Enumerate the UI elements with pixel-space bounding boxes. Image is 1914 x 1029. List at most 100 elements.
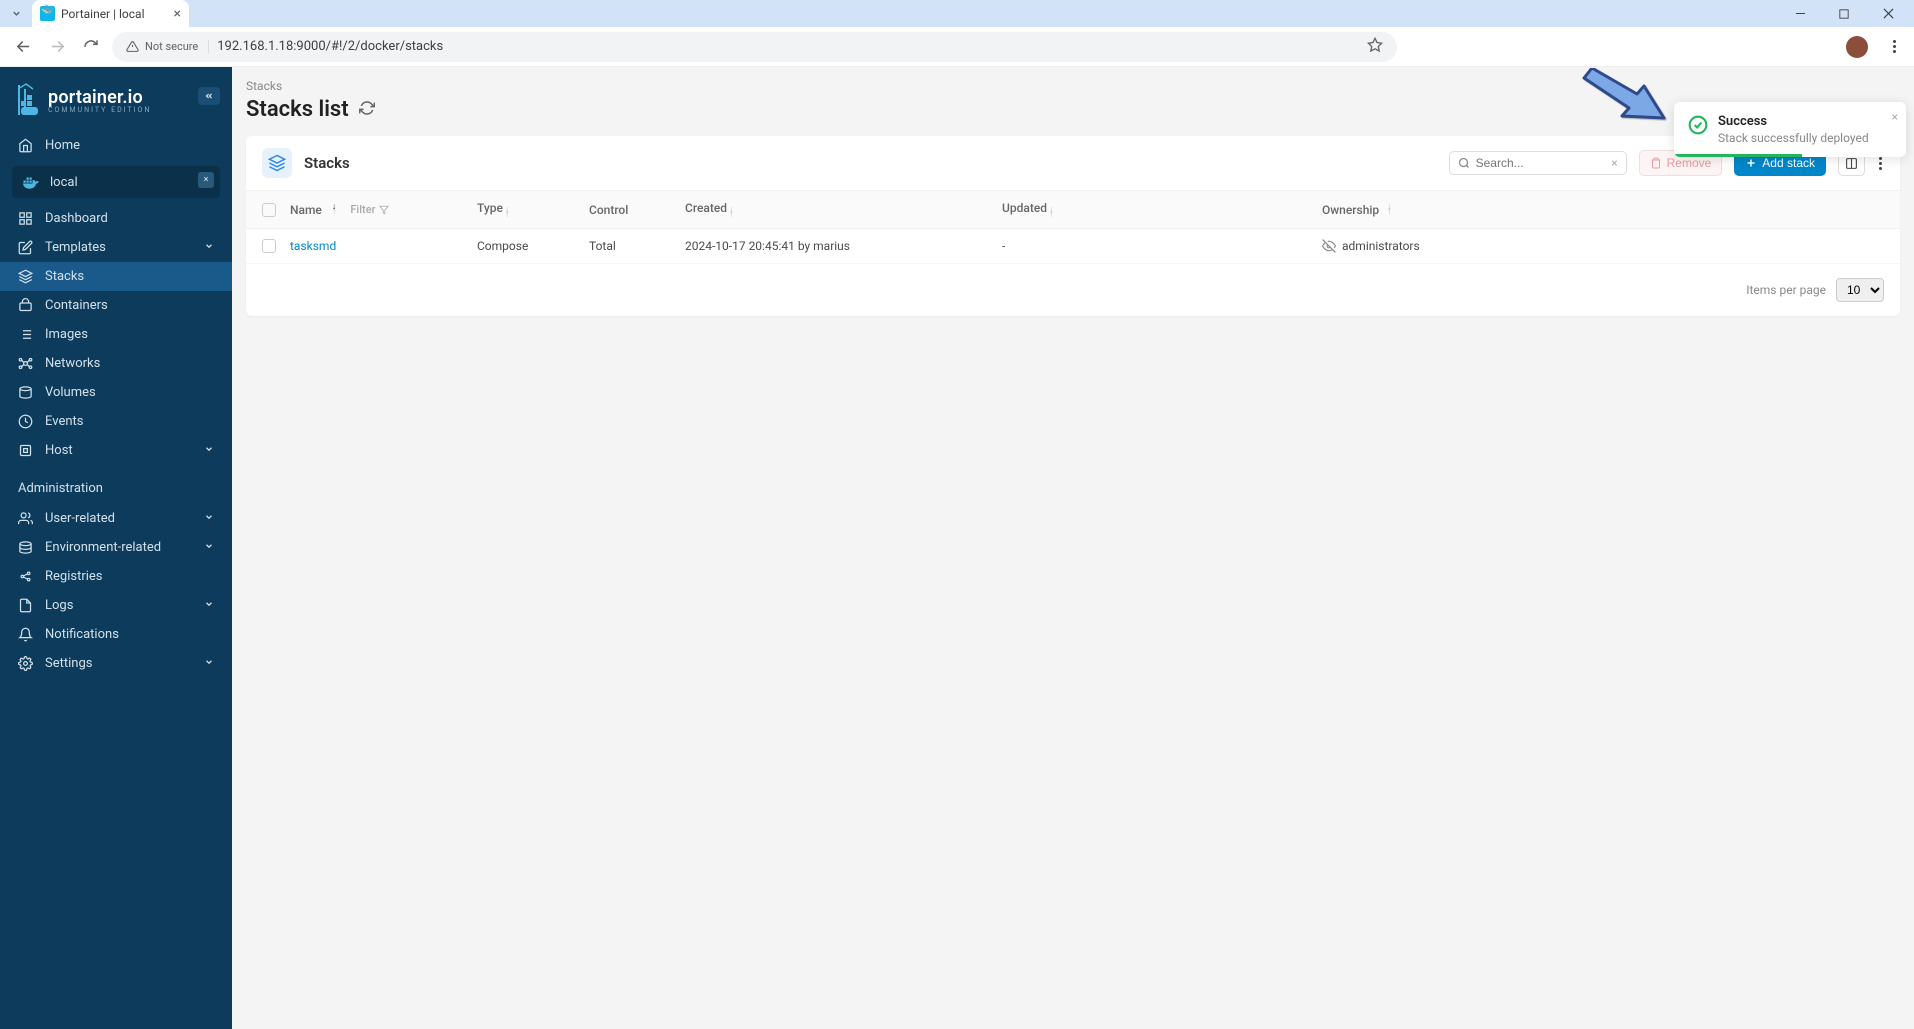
bookmark-star-icon[interactable]: [1367, 37, 1383, 57]
sidebar-item-environment-related[interactable]: Environment-related: [0, 533, 232, 562]
sidebar-item-label: Notifications: [45, 627, 119, 642]
tabs-dropdown-button[interactable]: [4, 0, 28, 27]
column-header-type[interactable]: Type↓↑: [477, 201, 589, 218]
refresh-icon[interactable]: [359, 100, 375, 120]
row-checkbox[interactable]: [262, 239, 276, 253]
sidebar-section-administration: Administration: [0, 465, 232, 504]
sidebar-item-label: Events: [45, 414, 83, 429]
sidebar-item-settings[interactable]: Settings: [0, 649, 232, 678]
column-header-created[interactable]: Created↓↑: [685, 201, 1002, 218]
items-per-page-label: Items per page: [1746, 283, 1826, 297]
sidebar-item-stacks[interactable]: Stacks: [0, 262, 232, 291]
sidebar-item-user-related[interactable]: User-related: [0, 504, 232, 533]
sidebar-item-label: Environment-related: [45, 540, 161, 555]
sidebar-item-containers[interactable]: Containers: [0, 291, 232, 320]
filter-icon: [379, 205, 389, 215]
browser-profile-avatar[interactable]: [1846, 36, 1868, 58]
column-header-updated[interactable]: Updated↓↑: [1002, 201, 1322, 218]
sidebar-item-registries[interactable]: Registries: [0, 562, 232, 591]
items-per-page-select[interactable]: 10: [1836, 278, 1884, 302]
filter-link[interactable]: Filter: [350, 203, 388, 216]
security-indicator[interactable]: Not secure: [126, 40, 209, 53]
docker-whale-icon: [22, 174, 40, 190]
chevron-down-icon: [204, 444, 214, 457]
panel-header: Stacks × Remove Add stack: [246, 136, 1900, 191]
trash-icon: [1650, 157, 1662, 169]
cell-updated: -: [1002, 239, 1322, 253]
table-header-row: Name ↓↑ Filter Type↓↑ Control Created↓↑ …: [246, 191, 1900, 229]
arrow-annotation: [1574, 68, 1674, 142]
sidebar-icon: [18, 269, 33, 284]
sidebar-item-templates[interactable]: Templates: [0, 233, 232, 262]
logo-text: portainer.io: [48, 87, 151, 108]
sidebar-item-label: Networks: [45, 356, 100, 371]
url-bar[interactable]: Not secure 192.168.1.18:9000/#!/2/docker…: [112, 32, 1397, 62]
sidebar-item-networks[interactable]: Networks: [0, 349, 232, 378]
column-header-ownership[interactable]: Ownership↓↑: [1322, 203, 1884, 217]
sidebar-icon: [18, 385, 33, 400]
window-minimize-button[interactable]: [1778, 0, 1822, 27]
panel-menu-button[interactable]: [1877, 157, 1884, 170]
sidebar-icon: [18, 598, 33, 613]
select-all-checkbox[interactable]: [262, 203, 276, 217]
window-close-button[interactable]: [1866, 0, 1910, 27]
browser-toolbar: Not secure 192.168.1.18:9000/#!/2/docker…: [0, 27, 1914, 67]
sidebar-item-notifications[interactable]: Notifications: [0, 620, 232, 649]
stack-name-link[interactable]: tasksmd: [290, 239, 336, 253]
search-input[interactable]: [1476, 156, 1606, 170]
cell-type: Compose: [477, 239, 589, 253]
sidebar-item-dashboard[interactable]: Dashboard: [0, 204, 232, 233]
sort-icon: ↓↑: [1387, 205, 1392, 215]
toast-progress-bar: [1674, 154, 1802, 157]
window-controls: [1778, 0, 1910, 27]
browser-menu-button[interactable]: [1884, 40, 1904, 53]
add-button-label: Add stack: [1762, 156, 1815, 170]
browser-reload-button[interactable]: [78, 34, 104, 60]
sidebar-item-label: Templates: [45, 240, 106, 255]
browser-tab[interactable]: Portainer | local ×: [32, 0, 189, 27]
toast-close-button[interactable]: ×: [1892, 110, 1898, 124]
stacks-panel: Stacks × Remove Add stack: [246, 136, 1900, 316]
stacks-icon: [262, 148, 292, 178]
search-icon: [1458, 157, 1470, 169]
column-header-name[interactable]: Name ↓↑ Filter: [290, 203, 477, 217]
table-footer: Items per page 10: [246, 264, 1900, 316]
browser-back-button[interactable]: [10, 34, 36, 60]
window-maximize-button[interactable]: [1822, 0, 1866, 27]
env-close-button[interactable]: ×: [198, 172, 214, 188]
sidebar-header: portainer.io COMMUNITY EDITION: [0, 75, 232, 131]
security-label: Not secure: [145, 40, 198, 53]
sidebar-collapse-button[interactable]: [198, 87, 220, 105]
sort-icon: ↓↑: [332, 205, 337, 215]
chevron-down-icon: [204, 541, 214, 554]
browser-forward-button[interactable]: [44, 34, 70, 60]
sidebar-item-images[interactable]: Images: [0, 320, 232, 349]
sidebar-icon: [18, 414, 33, 429]
sidebar-environment-local[interactable]: local ×: [12, 166, 220, 198]
sidebar-item-host[interactable]: Host: [0, 436, 232, 465]
search-clear-button[interactable]: ×: [1611, 156, 1617, 170]
sidebar-item-label: Volumes: [45, 385, 96, 400]
sidebar-icon: [18, 656, 33, 671]
chevron-down-icon: [204, 599, 214, 612]
sidebar-item-volumes[interactable]: Volumes: [0, 378, 232, 407]
logo-text-block: portainer.io COMMUNITY EDITION: [48, 87, 151, 114]
tab-close-button[interactable]: ×: [174, 6, 181, 22]
sidebar-item-label: Images: [45, 327, 88, 342]
url-text: 192.168.1.18:9000/#!/2/docker/stacks: [217, 39, 1359, 54]
sidebar-icon: [18, 443, 33, 458]
sidebar-item-label: Logs: [45, 598, 73, 613]
logo-edition: COMMUNITY EDITION: [48, 106, 151, 114]
sidebar-icon: [18, 511, 33, 526]
column-header-control: Control: [589, 203, 685, 217]
sidebar: portainer.io COMMUNITY EDITION Home: [0, 67, 232, 1029]
sidebar-icon: [18, 298, 33, 313]
sidebar-item-events[interactable]: Events: [0, 407, 232, 436]
sidebar-item-home[interactable]: Home: [0, 131, 232, 160]
table-row: tasksmdComposeTotal2024-10-17 20:45:41 b…: [246, 229, 1900, 264]
sort-icon: ↓↑: [505, 208, 510, 218]
sidebar-item-logs[interactable]: Logs: [0, 591, 232, 620]
page-title: Stacks list: [246, 97, 349, 122]
success-check-icon: [1688, 115, 1708, 135]
cell-ownership: administrators: [1322, 239, 1884, 253]
